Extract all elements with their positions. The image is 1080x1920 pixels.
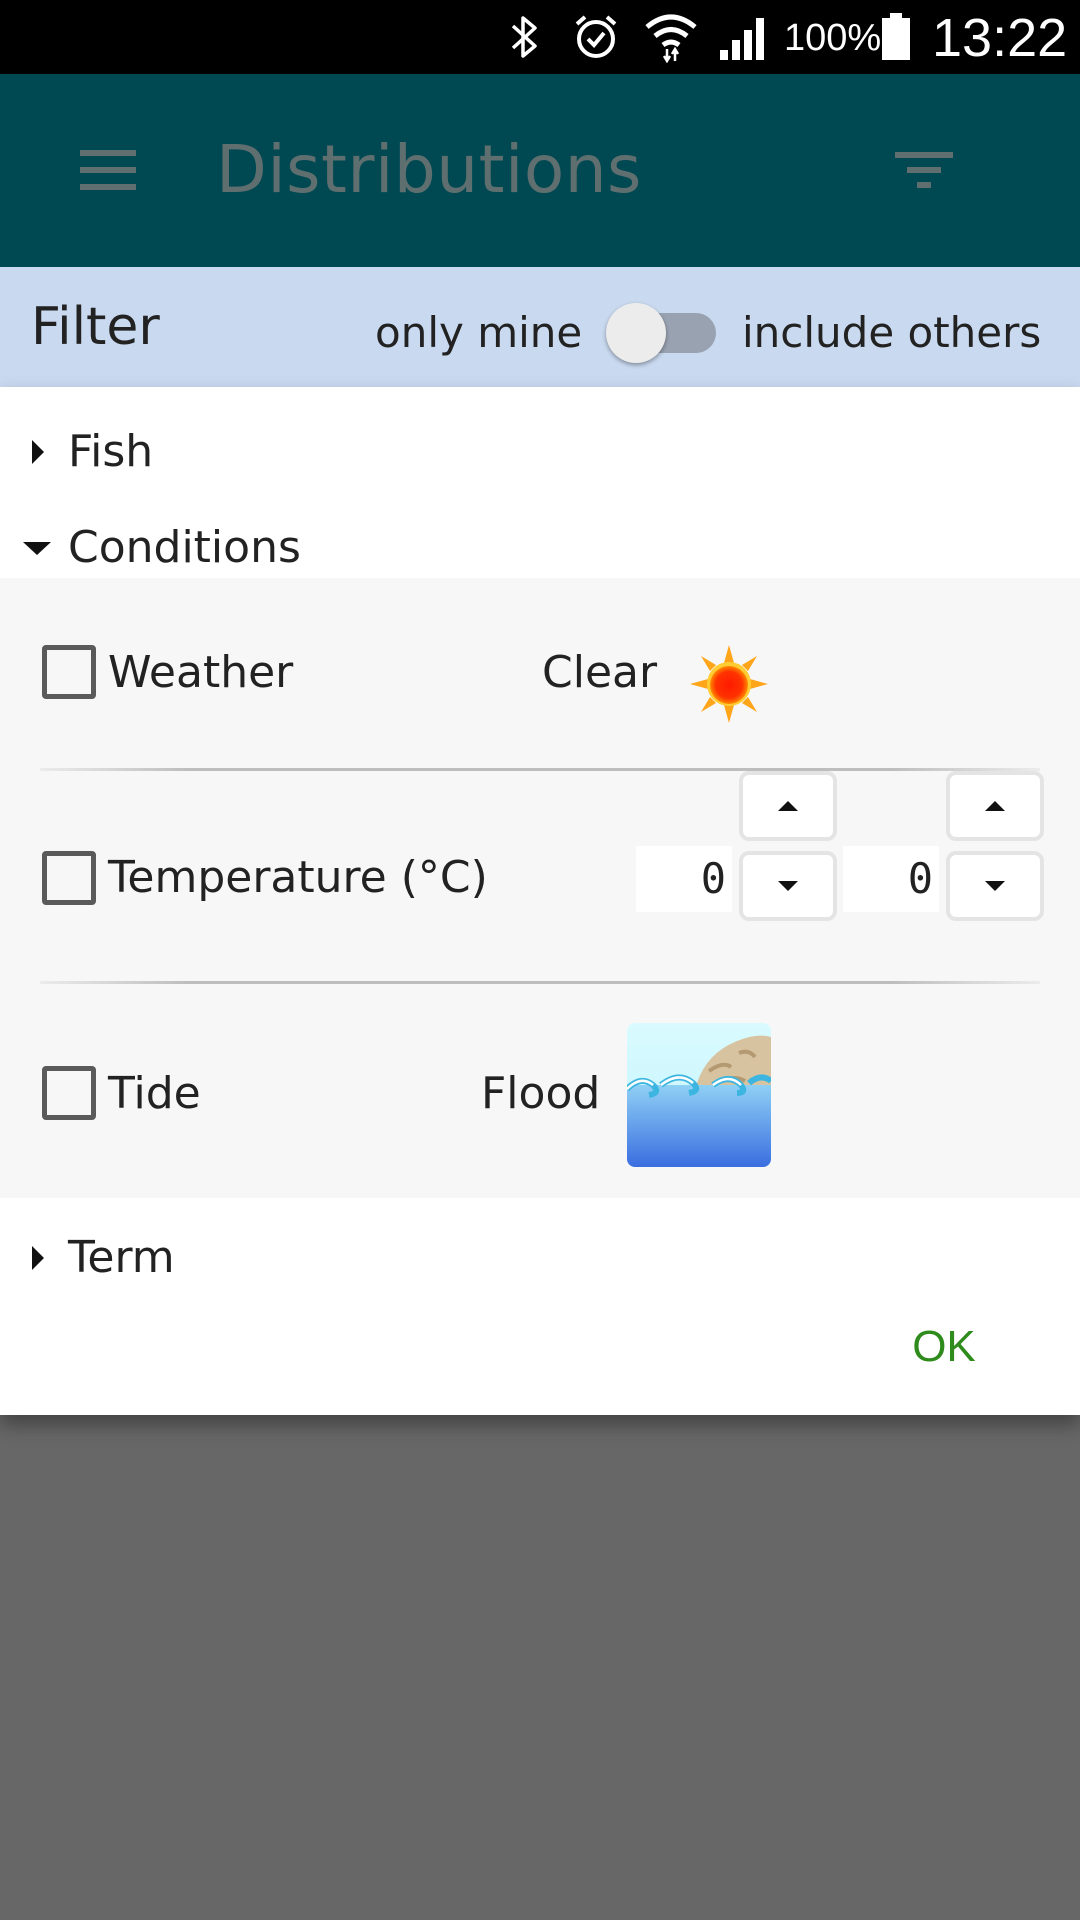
caret-down-icon xyxy=(20,531,54,565)
include-others-label: include others xyxy=(742,308,1042,357)
filter-header: Filter only mine include others xyxy=(0,267,1080,387)
bluetooth-icon xyxy=(504,12,544,62)
section-term[interactable]: Term xyxy=(0,1213,1080,1303)
ownership-toggle[interactable] xyxy=(606,303,718,363)
status-time: 13:22 xyxy=(932,8,1068,68)
temperature-checkbox[interactable] xyxy=(42,851,96,905)
battery-icon xyxy=(878,12,914,62)
caret-up-icon xyxy=(985,801,1005,811)
ok-button[interactable]: OK xyxy=(896,1307,992,1387)
weather-checkbox[interactable] xyxy=(42,645,96,699)
filter-icon[interactable] xyxy=(884,134,964,206)
temperature-min-decrement-button[interactable] xyxy=(739,851,837,921)
temperature-max-increment-button[interactable] xyxy=(946,771,1044,841)
hamburger-menu-icon[interactable] xyxy=(72,134,144,206)
weather-value: Clear xyxy=(542,647,658,698)
caret-right-icon xyxy=(26,1241,50,1275)
section-term-label: Term xyxy=(68,1232,175,1283)
alarm-icon xyxy=(568,12,624,62)
sun-icon xyxy=(690,645,768,723)
tide-checkbox[interactable] xyxy=(42,1066,96,1120)
caret-right-icon xyxy=(26,435,50,469)
temperature-min-input[interactable]: 0 xyxy=(636,846,732,912)
app-bar: Distributions xyxy=(0,74,1080,267)
section-fish-label: Fish xyxy=(68,426,154,477)
temperature-row: Temperature (°C) 0 0 xyxy=(0,771,1080,981)
section-conditions-label: Conditions xyxy=(68,522,301,573)
status-bar: 100% 13:22 xyxy=(0,0,1080,74)
tide-value: Flood xyxy=(481,1068,601,1119)
conditions-body: Weather Clear Temperature (°C) 0 0 Tide … xyxy=(0,578,1080,1198)
filter-panel: Fish Conditions Weather Clear Temperatur… xyxy=(0,387,1080,1415)
caret-down-icon xyxy=(778,881,798,891)
filter-title: Filter xyxy=(31,297,160,357)
temperature-max-input[interactable]: 0 xyxy=(843,846,939,912)
caret-down-icon xyxy=(985,881,1005,891)
tide-row: Tide Flood xyxy=(0,984,1080,1198)
flood-tide-icon xyxy=(627,1023,771,1167)
wifi-icon xyxy=(640,12,702,63)
weather-row: Weather Clear xyxy=(0,578,1080,778)
temperature-max-decrement-button[interactable] xyxy=(946,851,1044,921)
caret-up-icon xyxy=(778,801,798,811)
section-fish[interactable]: Fish xyxy=(0,407,1080,497)
toggle-thumb xyxy=(606,303,666,363)
signal-icon xyxy=(716,12,772,62)
battery-percent: 100% xyxy=(784,17,882,59)
only-mine-label: only mine xyxy=(375,308,583,357)
page-title: Distributions xyxy=(216,131,642,208)
tide-label: Tide xyxy=(108,1068,201,1119)
temperature-min-increment-button[interactable] xyxy=(739,771,837,841)
temperature-label: Temperature (°C) xyxy=(108,852,488,903)
weather-label: Weather xyxy=(108,647,294,698)
